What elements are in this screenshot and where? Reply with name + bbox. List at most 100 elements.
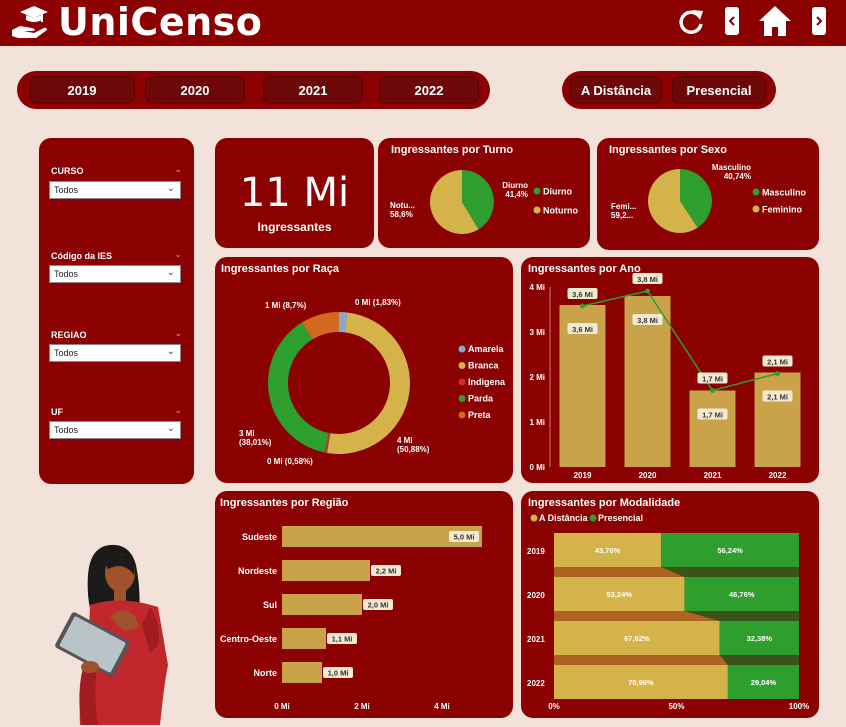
- x-tick-label: 100%: [789, 702, 809, 711]
- y-tick-label: Norte: [253, 668, 277, 678]
- regiao-bar-chart: Sudeste 5,0 Mi Nordeste 2,2 Mi Sul 2,0 Mi Cent…: [220, 526, 482, 711]
- slice-label-diurno: Diurno 41,4%: [502, 181, 528, 199]
- x-tick-label: 2021: [704, 471, 722, 480]
- bar-value-label: 2,1 Mi: [767, 393, 788, 402]
- sexo-card: Ingressantes por Sexo Masculino 40,74% Fem…: [597, 138, 819, 250]
- chevron-down-icon[interactable]: ⌄: [174, 249, 182, 260]
- app-title: UniCenso: [58, 0, 263, 44]
- legend-label-preta: Preta: [468, 410, 492, 420]
- filter-regiao-value: Todos: [54, 348, 79, 358]
- y-tick-label: Sul: [263, 600, 277, 610]
- turno-pie-chart: Diurno 41,4% Notu... 58,6% Diurno Noturno: [390, 170, 578, 234]
- kpi-value: 11 Mi: [239, 170, 350, 216]
- legend-marker-presencial: [589, 514, 597, 522]
- legend-marker-branca: [458, 362, 466, 369]
- chevron-down-icon: ⌄: [166, 423, 175, 434]
- bar-value-label: 2,2 Mi: [376, 567, 397, 576]
- legend-marker-masculino: [752, 188, 760, 196]
- year-2020-button[interactable]: 2020: [145, 76, 245, 104]
- home-icon[interactable]: [757, 4, 793, 38]
- y-tick-label: 0 Mi: [529, 463, 545, 472]
- segment-label-distancia: 43,76%: [595, 546, 621, 555]
- modality-distancia-button[interactable]: A Distância: [570, 76, 662, 104]
- filter-uf-select[interactable]: Todos ⌄: [49, 421, 181, 439]
- segment-label-presencial: 46,76%: [729, 590, 755, 599]
- donut-label-preta: 1 Mi (8,7%): [265, 301, 307, 310]
- bar-centro-oeste: [282, 628, 326, 649]
- trend-point: [710, 388, 715, 393]
- filter-uf-label: UF: [51, 407, 63, 417]
- regiao-card: Ingressantes por Região Sudeste 5,0 Mi Nor…: [215, 491, 513, 718]
- filters-panel: CURSO ⌄ Todos ⌄ Código da IES ⌄ Todos ⌄ RE…: [39, 138, 194, 484]
- legend-label-amarela: Amarela: [468, 344, 505, 354]
- chevron-left-icon: [728, 16, 735, 26]
- filter-curso-value: Todos: [54, 185, 79, 195]
- modality-presencial-button[interactable]: Presencial: [672, 76, 766, 104]
- donut-slice-branca: [326, 312, 411, 454]
- donut-label-amarela: 0 Mi (1,83%): [355, 298, 401, 307]
- legend-label-branca: Branca: [468, 361, 500, 371]
- bar-value-label: 2,0 Mi: [368, 601, 389, 610]
- legend-marker-amarela: [458, 345, 466, 353]
- legend-marker-indigena: [458, 378, 466, 386]
- bar-nordeste: [282, 560, 370, 581]
- bar-sul: [282, 594, 362, 615]
- chevron-down-icon[interactable]: ⌄: [174, 405, 182, 416]
- ribbon-presencial: [661, 567, 799, 577]
- y-tick-label: 2019: [527, 547, 545, 556]
- ano-card: Ingressantes por Ano 0 Mi 1 Mi 2 Mi 3 Mi 4 M…: [521, 257, 819, 483]
- bar-value-label: 3,6 Mi: [572, 325, 593, 334]
- legend-label-presencial: Presencial: [598, 513, 643, 523]
- chevron-down-icon[interactable]: ⌄: [174, 164, 182, 175]
- donut-label-branca: 4 Mi (50,88%): [397, 436, 430, 454]
- graduation-hand-icon: [12, 6, 48, 38]
- legend-marker-preta: [458, 411, 466, 419]
- line-value-label: 3,6 Mi: [572, 290, 593, 299]
- kpi-label: Ingressantes: [257, 220, 332, 234]
- bar-norte: [282, 662, 322, 683]
- header-bar: UniCenso: [0, 0, 846, 46]
- trend-point: [775, 371, 780, 376]
- next-button[interactable]: [812, 7, 826, 35]
- chevron-down-icon: ⌄: [166, 183, 175, 194]
- bar-2022: [754, 372, 801, 467]
- filter-ies-select[interactable]: Todos ⌄: [49, 265, 181, 283]
- legend-label-feminino: Feminino: [762, 205, 803, 215]
- filter-regiao-select[interactable]: Todos ⌄: [49, 344, 181, 362]
- y-tick-label: 3 Mi: [529, 328, 545, 337]
- back-button[interactable]: [725, 7, 739, 35]
- year-2019-button[interactable]: 2019: [29, 76, 135, 104]
- bar-value-label: 3,8 Mi: [637, 316, 658, 325]
- filter-ies-value: Todos: [54, 269, 79, 279]
- x-tick-label: 50%: [668, 702, 684, 711]
- chevron-down-icon[interactable]: ⌄: [174, 328, 182, 339]
- y-tick-label: 2020: [527, 591, 545, 600]
- sexo-pie-chart: Masculino 40,74% Femi... 59,2... Masculino Fe…: [611, 163, 807, 233]
- legend-label-noturno: Noturno: [543, 206, 578, 216]
- y-tick-label: 2 Mi: [529, 373, 545, 382]
- year-2022-button[interactable]: 2022: [379, 76, 479, 104]
- legend-marker-distancia: [530, 514, 538, 522]
- year-2021-button[interactable]: 2021: [263, 76, 363, 104]
- y-tick-label: Centro-Oeste: [220, 634, 277, 644]
- bar-value-label: 1,7 Mi: [702, 411, 723, 420]
- trend-point: [580, 303, 585, 309]
- slice-label-masculino: Masculino 40,74%: [712, 163, 751, 181]
- y-tick-label: 2022: [527, 679, 545, 688]
- x-tick-label: 4 Mi: [434, 702, 450, 711]
- legend-marker-diurno: [533, 187, 541, 195]
- bar-2021: [689, 390, 736, 467]
- x-tick-label: 2022: [769, 471, 787, 480]
- y-tick-label: 1 Mi: [529, 418, 545, 427]
- segment-label-presencial: 32,38%: [747, 634, 773, 643]
- refresh-icon[interactable]: [676, 7, 706, 37]
- modality-selector: A Distância Presencial: [562, 71, 776, 109]
- legend-label-diurno: Diurno: [543, 187, 572, 197]
- slice-label-feminino: Femi... 59,2...: [611, 202, 636, 220]
- x-tick-label: 2020: [639, 471, 657, 480]
- y-tick-label: 4 Mi: [529, 283, 545, 292]
- trend-point: [645, 288, 650, 294]
- filter-ies-label: Código da IES: [51, 251, 113, 261]
- segment-label-distancia: 53,24%: [607, 590, 633, 599]
- filter-curso-select[interactable]: Todos ⌄: [49, 181, 181, 199]
